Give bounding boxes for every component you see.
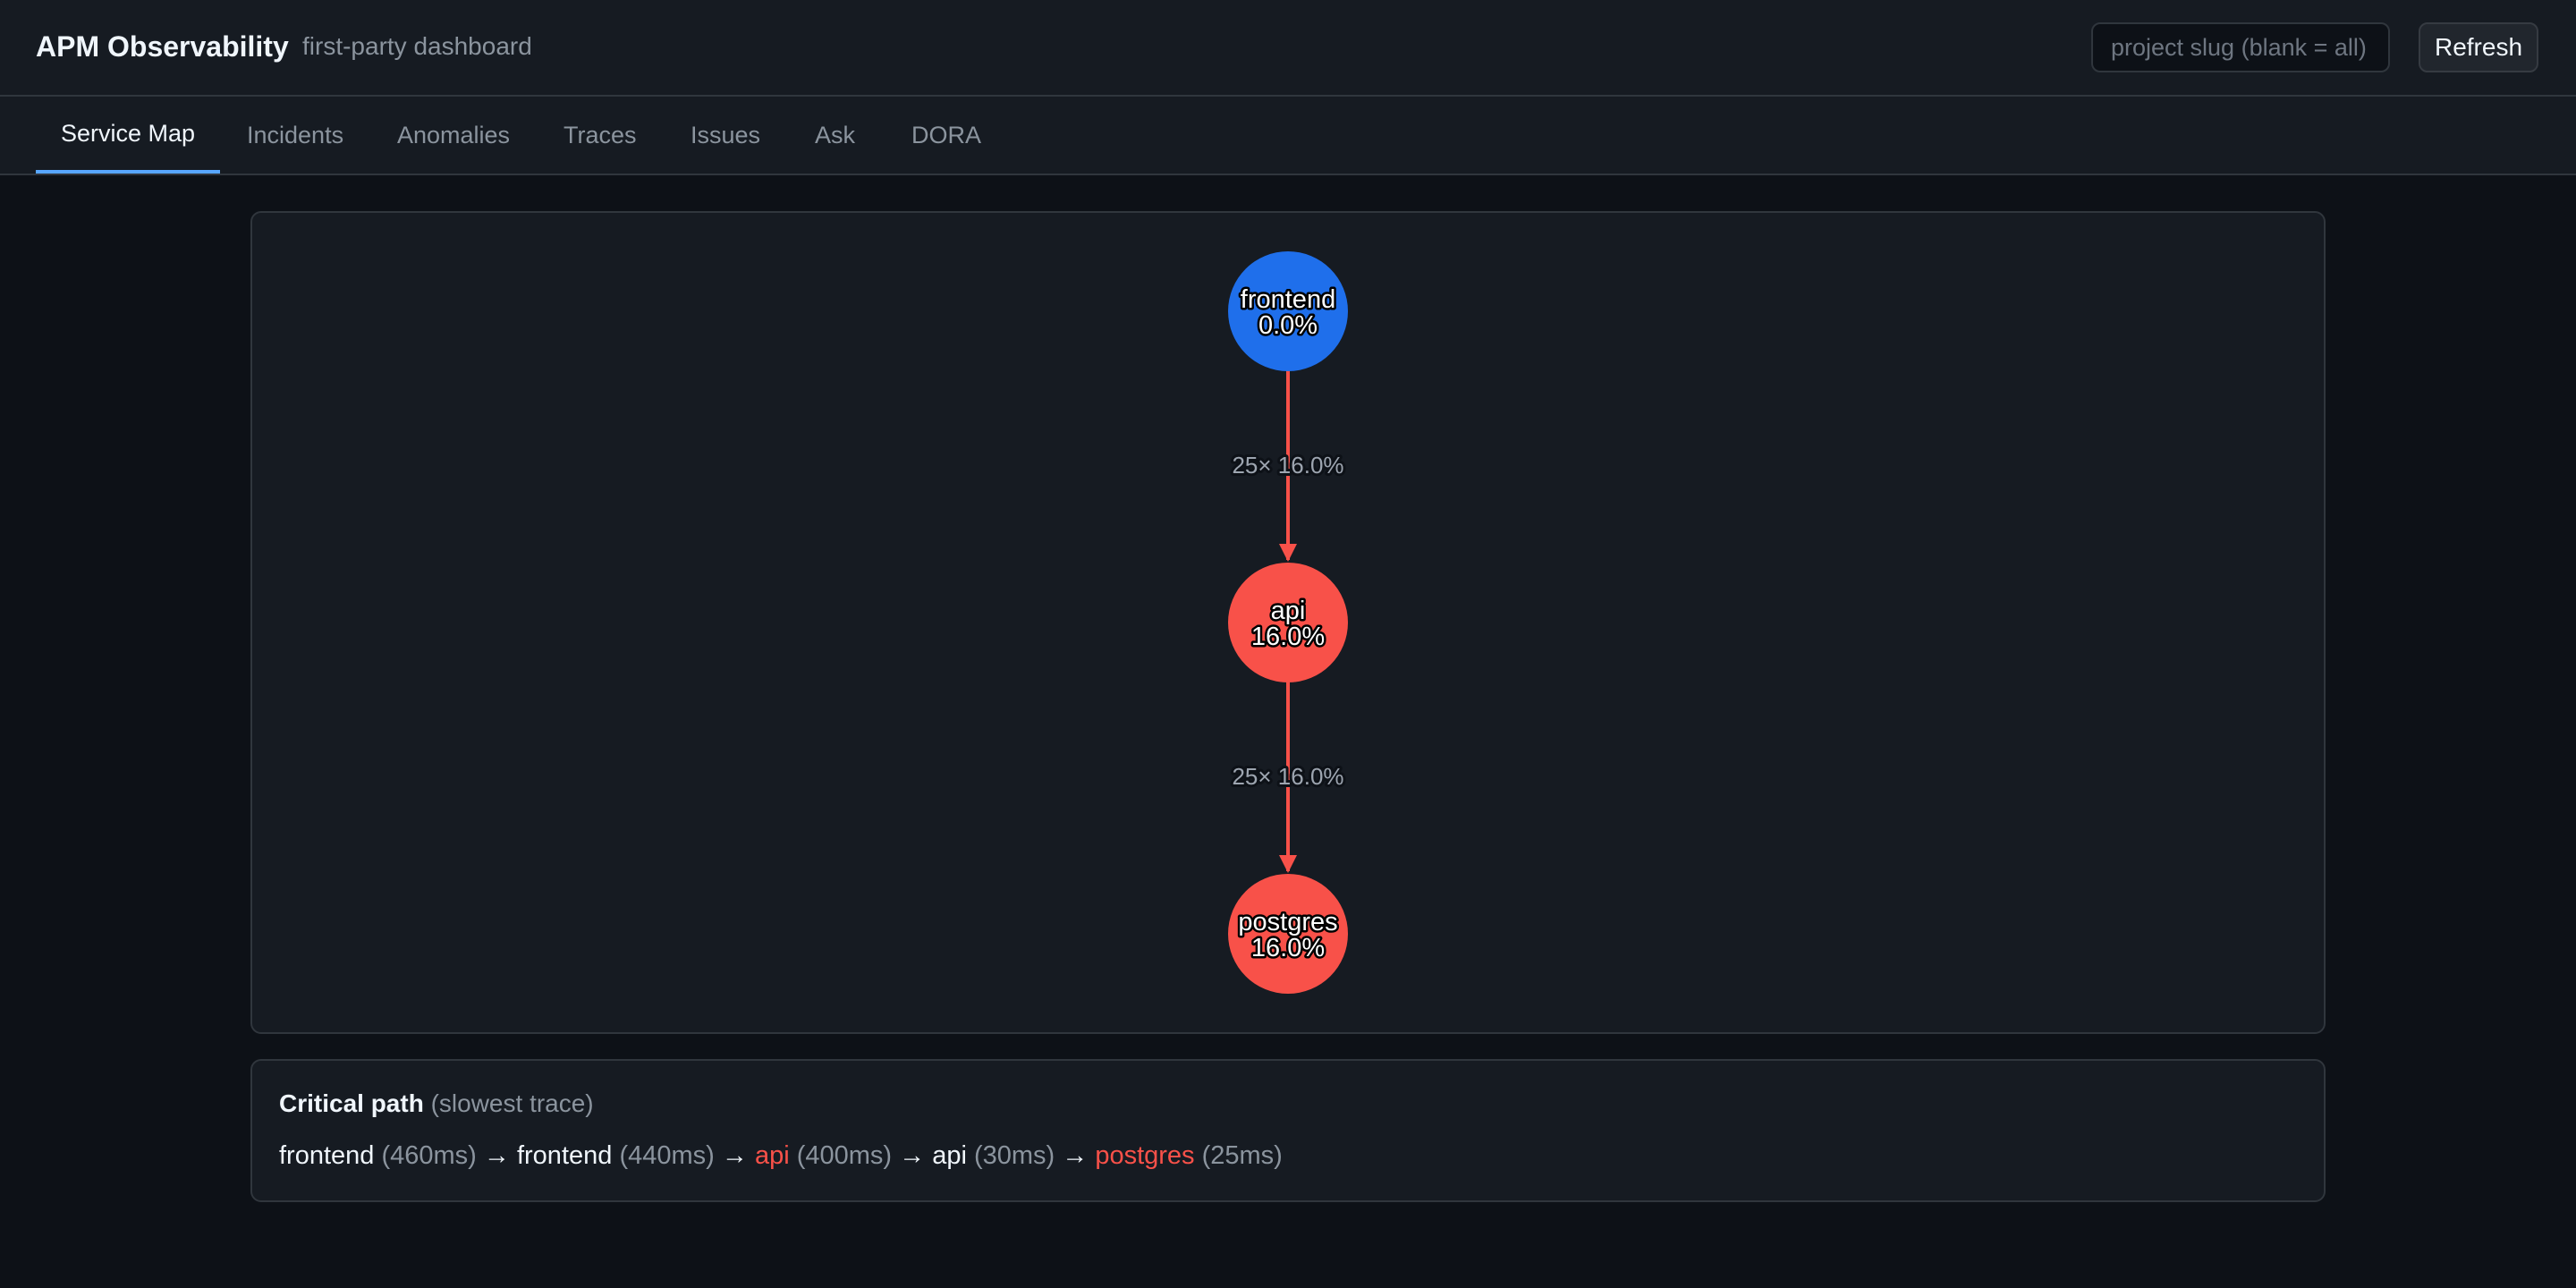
path-service: api [754,1141,790,1170]
path-arrow: → [899,1141,926,1170]
path-arrow: → [1062,1141,1089,1170]
path-service: frontend [516,1141,613,1170]
tab-bar: Service Map Incidents Anomalies Traces I… [0,97,2576,175]
critical-path-title: Critical path [279,1089,424,1117]
critical-path-panel: Critical path (slowest trace) frontend (… [250,1059,2326,1202]
tab-anomalies[interactable]: Anomalies [372,97,535,174]
app-title: APM Observability [36,30,289,63]
path-duration: (25ms) [1201,1141,1283,1170]
path-duration: (440ms) [619,1141,715,1170]
path-duration: (460ms) [381,1141,477,1170]
node-frontend-rate: 0.0% [1258,311,1318,340]
path-service: frontend [279,1141,375,1170]
node-api-rate: 16.0% [1251,623,1325,651]
node-frontend[interactable]: frontend 0.0% [1228,251,1348,371]
tab-ask[interactable]: Ask [790,97,880,174]
top-bar: APM Observability first-party dashboard … [0,0,2576,97]
app-subtitle: first-party dashboard [302,32,532,60]
tab-traces[interactable]: Traces [538,97,662,174]
node-api[interactable]: api 16.0% [1228,563,1348,682]
critical-path-note: (slowest trace) [430,1089,594,1117]
critical-path-sequence: frontend (460ms) → frontend (440ms) → ap… [279,1140,2297,1172]
edge-frontend-api-label: 25× 16.0% [1232,452,1343,479]
path-arrow: → [483,1141,510,1170]
tab-incidents[interactable]: Incidents [222,97,369,174]
node-api-name: api [1271,597,1306,625]
path-duration: (400ms) [796,1141,893,1170]
critical-path-heading: Critical path (slowest trace) [279,1088,2297,1120]
project-slug-input[interactable] [2091,22,2390,72]
node-postgres-name: postgres [1238,908,1337,936]
node-frontend-name: frontend [1241,285,1335,314]
tab-dora[interactable]: DORA [886,97,1006,174]
path-arrow: → [721,1141,748,1170]
service-map-graph: 25× 16.0% 25× 16.0% frontend 0.0% api 16… [1228,251,1348,994]
node-postgres[interactable]: postgres 16.0% [1228,874,1348,994]
tab-service-map[interactable]: Service Map [36,97,221,174]
path-duration: (30ms) [973,1141,1055,1170]
edge-api-postgres-label: 25× 16.0% [1232,763,1343,790]
tab-issues[interactable]: Issues [665,97,785,174]
refresh-button[interactable]: Refresh [2419,22,2538,72]
service-map-panel: 25× 16.0% 25× 16.0% frontend 0.0% api 16… [250,211,2326,1034]
path-service: api [932,1141,967,1170]
node-postgres-rate: 16.0% [1251,934,1325,962]
path-service: postgres [1095,1141,1195,1170]
